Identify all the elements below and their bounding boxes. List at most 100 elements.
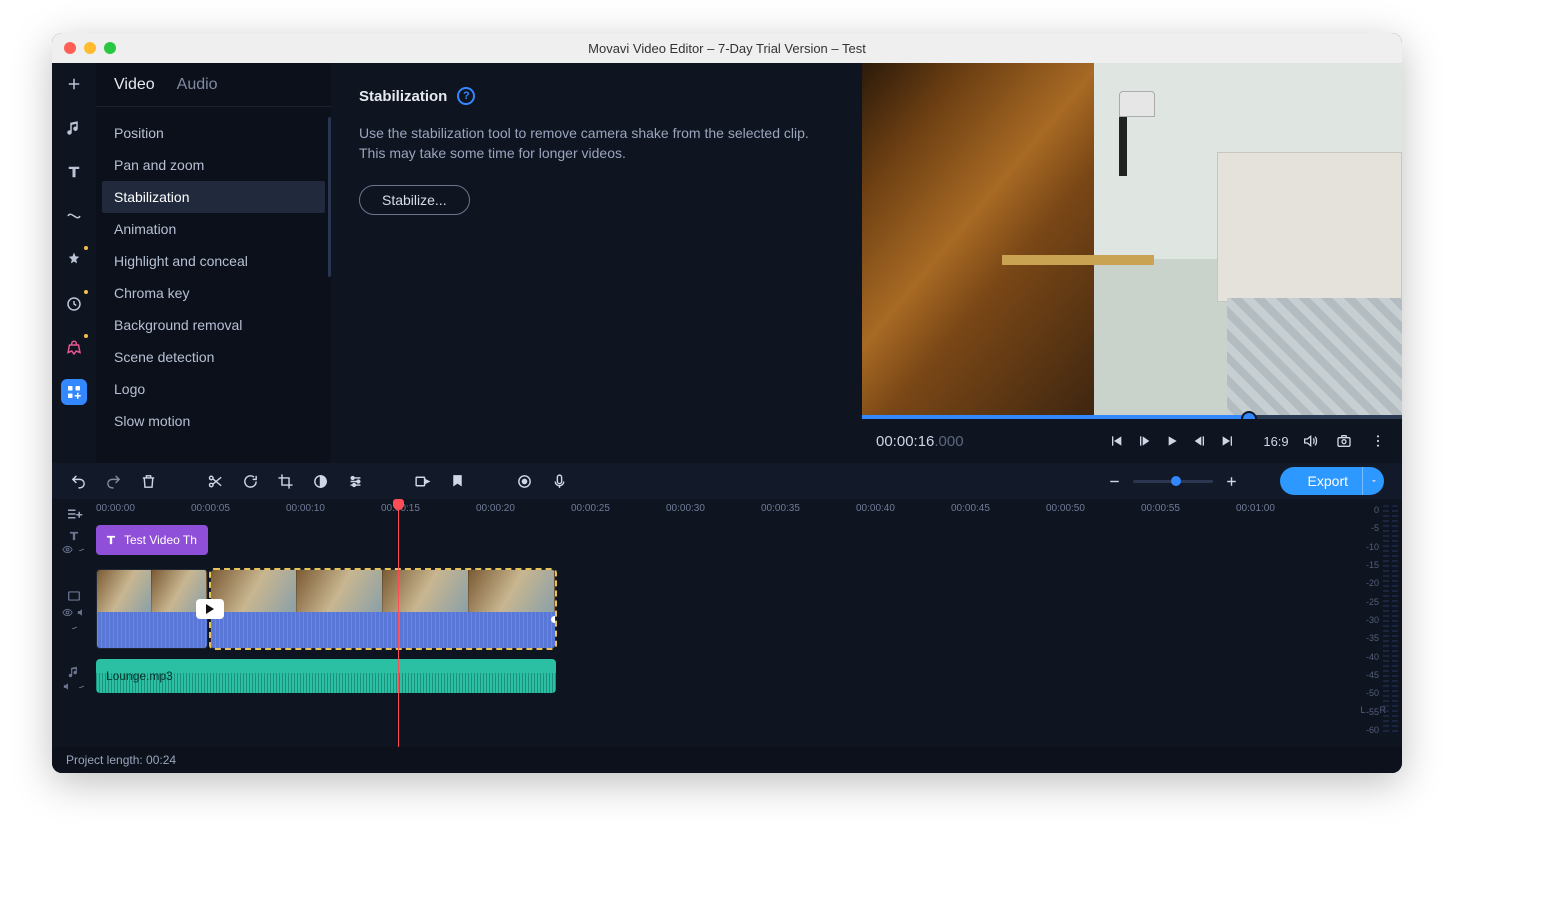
snapshot-icon[interactable] bbox=[1334, 431, 1354, 451]
marker-icon[interactable] bbox=[449, 473, 466, 490]
next-clip-icon[interactable] bbox=[1218, 431, 1238, 451]
video-clip-2-selected[interactable] bbox=[210, 569, 556, 649]
audio-icon[interactable] bbox=[61, 115, 87, 141]
ruler-tick: 00:00:50 bbox=[1046, 503, 1085, 514]
color-adjust-icon[interactable] bbox=[312, 473, 329, 490]
panel-tabs: Video Audio bbox=[96, 63, 331, 107]
ruler-tick: 00:00:10 bbox=[286, 503, 325, 514]
preview-pane: 00:00:16.000 16:9 bbox=[862, 63, 1402, 463]
meter-label: -60 bbox=[1348, 725, 1379, 735]
play-icon[interactable] bbox=[1162, 431, 1182, 451]
audio-clip[interactable]: Lounge.mp3 bbox=[96, 659, 556, 693]
preview-viewport[interactable] bbox=[862, 63, 1402, 419]
effect-subnav: Position Pan and zoom Stabilization Anim… bbox=[96, 107, 331, 447]
meter-label: -40 bbox=[1348, 652, 1379, 662]
stickers-icon[interactable] bbox=[61, 335, 87, 361]
delete-icon[interactable] bbox=[140, 473, 157, 490]
meter-label: 0 bbox=[1348, 505, 1379, 515]
meter-lr-label: L R bbox=[1360, 705, 1392, 715]
audio-meters: 0-5-10-15-20-25-30-35-40-45-50-55-60 L R bbox=[1344, 499, 1402, 747]
volume-icon[interactable] bbox=[1300, 431, 1320, 451]
rotate-icon[interactable] bbox=[242, 473, 259, 490]
meter-label: -50 bbox=[1348, 688, 1379, 698]
window-close-button[interactable] bbox=[64, 42, 76, 54]
add-track-icon[interactable] bbox=[65, 505, 83, 523]
zoom-out-icon[interactable] bbox=[1106, 473, 1123, 490]
meter-label: -5 bbox=[1348, 523, 1379, 533]
transition-badge[interactable] bbox=[196, 599, 224, 619]
title-clip-label: Test Video Th bbox=[124, 533, 197, 547]
panel-heading: Stabilization bbox=[359, 88, 447, 105]
subnav-pan-zoom[interactable]: Pan and zoom bbox=[96, 149, 331, 181]
redo-icon[interactable] bbox=[105, 473, 122, 490]
step-forward-icon[interactable] bbox=[1190, 431, 1210, 451]
transition-wizard-icon[interactable] bbox=[414, 473, 431, 490]
subnav-logo[interactable]: Logo bbox=[96, 373, 331, 405]
zoom-slider[interactable] bbox=[1133, 480, 1213, 483]
ruler-tick: 00:00:45 bbox=[951, 503, 990, 514]
timeline-ruler[interactable]: 00:00:0000:00:0500:00:1000:00:1500:00:20… bbox=[96, 499, 1344, 521]
subnav-highlight-conceal[interactable]: Highlight and conceal bbox=[96, 245, 331, 277]
split-icon[interactable] bbox=[207, 473, 224, 490]
more-tools-icon[interactable] bbox=[61, 379, 87, 405]
subnav-position[interactable]: Position bbox=[96, 117, 331, 149]
window-titlebar: Movavi Video Editor – 7-Day Trial Versio… bbox=[52, 33, 1402, 63]
crop-icon[interactable] bbox=[277, 473, 294, 490]
ruler-tick: 00:00:25 bbox=[571, 503, 610, 514]
status-bar: Project length: 00:24 bbox=[52, 747, 1402, 773]
subnav-chroma-key[interactable]: Chroma key bbox=[96, 277, 331, 309]
panel-description: Use the stabilization tool to remove cam… bbox=[359, 123, 834, 163]
meter-label: -25 bbox=[1348, 597, 1379, 607]
ruler-tick: 00:00:35 bbox=[761, 503, 800, 514]
window-minimize-button[interactable] bbox=[84, 42, 96, 54]
aspect-ratio-selector[interactable]: 16:9 bbox=[1266, 431, 1286, 451]
title-clip[interactable]: Test Video Th bbox=[96, 525, 208, 555]
step-back-icon[interactable] bbox=[1134, 431, 1154, 451]
ruler-tick: 00:00:40 bbox=[856, 503, 895, 514]
playhead[interactable] bbox=[398, 499, 399, 747]
clip-properties-icon[interactable] bbox=[347, 473, 364, 490]
import-icon[interactable] bbox=[61, 71, 87, 97]
ruler-tick: 00:00:55 bbox=[1141, 503, 1180, 514]
record-video-icon[interactable] bbox=[516, 473, 533, 490]
video-track-header[interactable] bbox=[52, 571, 96, 651]
audio-track-header[interactable] bbox=[52, 661, 96, 695]
window-zoom-button[interactable] bbox=[104, 42, 116, 54]
undo-icon[interactable] bbox=[70, 473, 87, 490]
stabilization-panel: Stabilization ? Use the stabilization to… bbox=[331, 63, 862, 463]
stabilize-button[interactable]: Stabilize... bbox=[359, 185, 470, 215]
preview-scrubber[interactable] bbox=[862, 415, 1402, 419]
meter-label: -45 bbox=[1348, 670, 1379, 680]
subnav-scene-detection[interactable]: Scene detection bbox=[96, 341, 331, 373]
ruler-tick: 00:00:20 bbox=[476, 503, 515, 514]
tab-video[interactable]: Video bbox=[114, 76, 155, 94]
export-dropdown-icon[interactable] bbox=[1362, 467, 1384, 495]
subnav-slow-motion[interactable]: Slow motion bbox=[96, 405, 331, 437]
video-clip-1[interactable] bbox=[96, 569, 208, 649]
project-length-label: Project length: 00:24 bbox=[66, 753, 176, 767]
subnav-background-removal[interactable]: Background removal bbox=[96, 309, 331, 341]
meter-label: -15 bbox=[1348, 560, 1379, 570]
title-track-header[interactable] bbox=[52, 527, 96, 557]
titles-icon[interactable] bbox=[61, 159, 87, 185]
zoom-in-icon[interactable] bbox=[1223, 473, 1240, 490]
subnav-animation[interactable]: Animation bbox=[96, 213, 331, 245]
ruler-tick: 00:00:05 bbox=[191, 503, 230, 514]
meter-label: -30 bbox=[1348, 615, 1379, 625]
meter-label: -20 bbox=[1348, 578, 1379, 588]
record-audio-icon[interactable] bbox=[551, 473, 568, 490]
preview-menu-icon[interactable] bbox=[1368, 431, 1388, 451]
prev-clip-icon[interactable] bbox=[1106, 431, 1126, 451]
window-title: Movavi Video Editor – 7-Day Trial Versio… bbox=[52, 41, 1402, 56]
subnav-stabilization[interactable]: Stabilization bbox=[102, 181, 325, 213]
timeline-zoom[interactable] bbox=[1106, 473, 1240, 490]
timeline-area[interactable]: 00:00:0000:00:0500:00:1000:00:1500:00:20… bbox=[96, 499, 1344, 747]
tab-audio[interactable]: Audio bbox=[177, 76, 218, 94]
effects-icon[interactable] bbox=[61, 247, 87, 273]
audio-clip-label: Lounge.mp3 bbox=[106, 669, 173, 683]
help-icon[interactable]: ? bbox=[457, 87, 475, 105]
transitions-icon[interactable] bbox=[61, 203, 87, 229]
ruler-tick: 00:00:30 bbox=[666, 503, 705, 514]
meter-label: -35 bbox=[1348, 633, 1379, 643]
elements-icon[interactable] bbox=[61, 291, 87, 317]
